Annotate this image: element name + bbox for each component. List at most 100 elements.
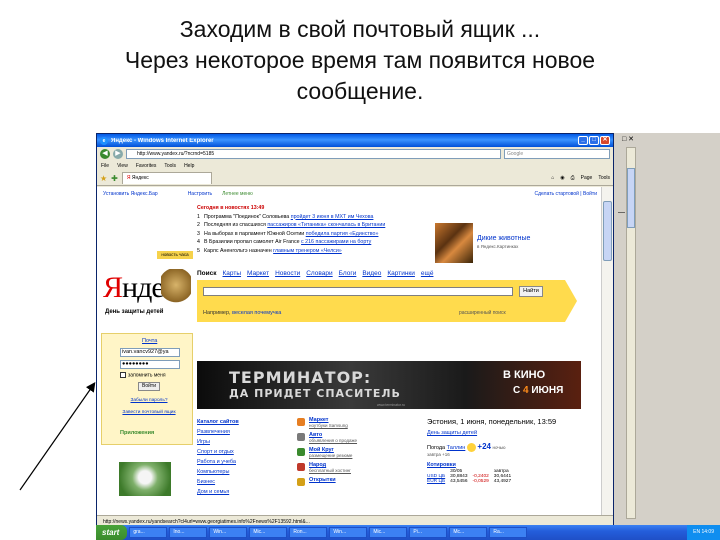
news-link[interactable]: пройдет 3 июня в МХТ им Чехова	[291, 214, 374, 220]
summer-menu-link[interactable]: Летнее меню	[222, 191, 253, 197]
menu-file[interactable]: File	[101, 163, 109, 169]
catalog-item[interactable]: Работа и учеба	[197, 457, 297, 467]
search-tab-dictionaries[interactable]: Словари	[306, 270, 332, 277]
back-button[interactable]: ◀	[100, 149, 110, 159]
system-tray-clock[interactable]: EN 14:09	[687, 525, 720, 540]
news-link[interactable]: победила партия «Единство»	[306, 231, 379, 237]
home-icon[interactable]: ⌂	[551, 175, 554, 181]
news-link[interactable]: главным тренером «Челси»	[273, 248, 342, 254]
login-link[interactable]: Сделать стартовой | Войти	[535, 191, 597, 197]
yandex-search-input[interactable]	[203, 287, 513, 296]
service-item[interactable]: Маркет ноутбуки Samsung	[297, 417, 417, 432]
applications-link[interactable]: Приложения	[120, 430, 154, 436]
mail-password-input[interactable]: ●●●●●●●●	[120, 360, 180, 369]
background-scroll-thumb[interactable]	[627, 168, 635, 228]
news-link[interactable]: с 216 пассажирами на борту	[301, 239, 371, 245]
advanced-search-link[interactable]: расширенный поиск	[459, 310, 506, 316]
search-tab-market[interactable]: Маркет	[247, 270, 269, 277]
promo-title[interactable]: Дикие животные	[477, 235, 577, 242]
taskbar-item[interactable]: Pi...	[409, 527, 448, 538]
add-favorite-icon[interactable]: ✚	[111, 174, 118, 183]
mail-header-link[interactable]: Почта	[142, 338, 157, 344]
news-header[interactable]: Сегодня в новостях 13:49	[197, 204, 427, 213]
search-tab-maps[interactable]: Карты	[223, 270, 242, 277]
taskbar-item[interactable]: Mic...	[249, 527, 288, 538]
service-item[interactable]: Мой Круг размещение резюме	[297, 447, 417, 462]
taskbar-item[interactable]: Mic...	[369, 527, 408, 538]
catalog-item[interactable]: Спорт и отдых	[197, 447, 297, 457]
mail-login-button[interactable]: Войти	[138, 382, 160, 391]
taskbar-item[interactable]: Ino...	[169, 527, 208, 538]
weather[interactable]: Погода Таллин +24 ночью завтра +16	[427, 442, 597, 457]
mail-login-input[interactable]: ivan.vancv927@ya	[120, 348, 180, 357]
news-item[interactable]: 2 Последняя из спасшихся пассажиров «Тита…	[197, 221, 427, 230]
search-button[interactable]: Найти	[519, 286, 543, 297]
feeds-icon[interactable]: ◉	[560, 175, 564, 181]
start-button[interactable]: start	[96, 525, 128, 540]
page-scrollbar[interactable]	[601, 187, 613, 517]
quote-name[interactable]: EUR ЦБ	[427, 479, 450, 484]
taskbar-item[interactable]: Mc...	[449, 527, 488, 538]
catalog-item[interactable]: Бизнес	[197, 477, 297, 487]
remember-me-checkbox[interactable]: запомнить меня	[120, 372, 166, 378]
news-title[interactable]: Сегодня в новостях	[197, 205, 249, 211]
news-item[interactable]: 4 В Бразилии пропал самолет Air France с …	[197, 238, 427, 247]
register-mailbox-link[interactable]: Завести почтовый ящик	[110, 410, 188, 416]
service-desc[interactable]: размещение резюме	[309, 453, 417, 458]
taskbar-item[interactable]: Win...	[329, 527, 368, 538]
settings-link[interactable]: Настроить	[188, 191, 212, 197]
quotes-header[interactable]: Котировки	[427, 462, 597, 468]
menu-tools[interactable]: Tools	[164, 163, 176, 169]
quote-row[interactable]: EUR ЦБ 43,5456 -0,0529 43,4927	[427, 479, 516, 484]
menu-help[interactable]: Help	[184, 163, 194, 169]
news-item[interactable]: 1 Программа "Поединок" Соловьева пройдет …	[197, 213, 427, 222]
taskbar-item[interactable]: Win...	[209, 527, 248, 538]
promo-image[interactable]	[435, 223, 473, 263]
page-scroll-thumb[interactable]	[603, 201, 612, 261]
taskbar-item[interactable]: gra...	[129, 527, 168, 538]
menu-favorites[interactable]: Favorites	[136, 163, 157, 169]
promo-block[interactable]: Дикие животные в Яндекс.Картинках	[477, 235, 577, 249]
forward-button[interactable]: ▶	[113, 149, 123, 159]
tools-menu[interactable]: Tools	[598, 175, 610, 181]
background-window-controls[interactable]: □ ✕	[622, 135, 634, 143]
taskbar-item[interactable]: Ron...	[289, 527, 328, 538]
minimize-button[interactable]: _	[578, 136, 588, 145]
search-tab-video[interactable]: Видео	[362, 270, 381, 277]
catalog-item[interactable]: Дом и семья	[197, 487, 297, 497]
service-name[interactable]: Открытки	[309, 477, 417, 483]
service-item[interactable]: Авто объявления о продаже	[297, 432, 417, 447]
install-bar-link[interactable]: Установить Яндекс.Бар	[103, 191, 158, 197]
news-link[interactable]: пассажиров «Титаника» скончалась в Брита…	[267, 222, 385, 228]
search-input[interactable]: Google	[504, 149, 610, 159]
news-item[interactable]: 5 Карлс Аненгольтэ назначен главным трене…	[197, 247, 427, 256]
address-input[interactable]: http://www.yandex.ru/?ncrnd=5185	[126, 149, 501, 159]
page-menu[interactable]: Page	[581, 175, 593, 181]
maximize-button[interactable]: □	[589, 136, 599, 145]
forgot-password-link[interactable]: Забыли пароль?	[110, 398, 188, 404]
checkbox-box[interactable]	[120, 372, 126, 378]
search-tab-blogs[interactable]: Блоги	[339, 270, 357, 277]
search-tab-images[interactable]: Картинки	[387, 270, 415, 277]
print-icon[interactable]: ⎙	[571, 175, 575, 181]
news-item[interactable]: 3 На выборах в парламент Южной Осетии поб…	[197, 230, 427, 239]
search-tab-news[interactable]: Новости	[275, 270, 300, 277]
catalog-header[interactable]: Каталог сайтов	[197, 417, 297, 427]
taskbar-item[interactable]: Ra...	[489, 527, 528, 538]
search-tab-more[interactable]: ещё	[421, 270, 434, 277]
terminator-banner[interactable]: ТЕРМИНАТОР: ДА ПРИДЕТ СПАСИТЕЛЬ В КИНО С…	[197, 361, 581, 409]
catalog-item[interactable]: Компьютеры	[197, 467, 297, 477]
close-button[interactable]: ✕	[600, 136, 610, 145]
service-desc[interactable]: ноутбуки Samsung	[309, 423, 417, 428]
dandelion-image[interactable]	[119, 462, 171, 496]
favorites-star-icon[interactable]: ★	[100, 174, 107, 183]
holiday-link[interactable]: День защиты детей	[427, 430, 597, 436]
search-hint-query[interactable]: веселая почемучка	[232, 310, 281, 316]
service-desc[interactable]: объявления о продаже	[309, 438, 417, 443]
service-desc[interactable]: бесплатный хостинг	[309, 468, 417, 473]
search-tab-search[interactable]: Поиск	[197, 270, 217, 277]
service-item[interactable]: Открытки	[297, 477, 417, 492]
tab-yandex[interactable]: Я Яндекс	[121, 172, 212, 184]
catalog-item[interactable]: Развлечения	[197, 427, 297, 437]
service-item[interactable]: Народ бесплатный хостинг	[297, 462, 417, 477]
